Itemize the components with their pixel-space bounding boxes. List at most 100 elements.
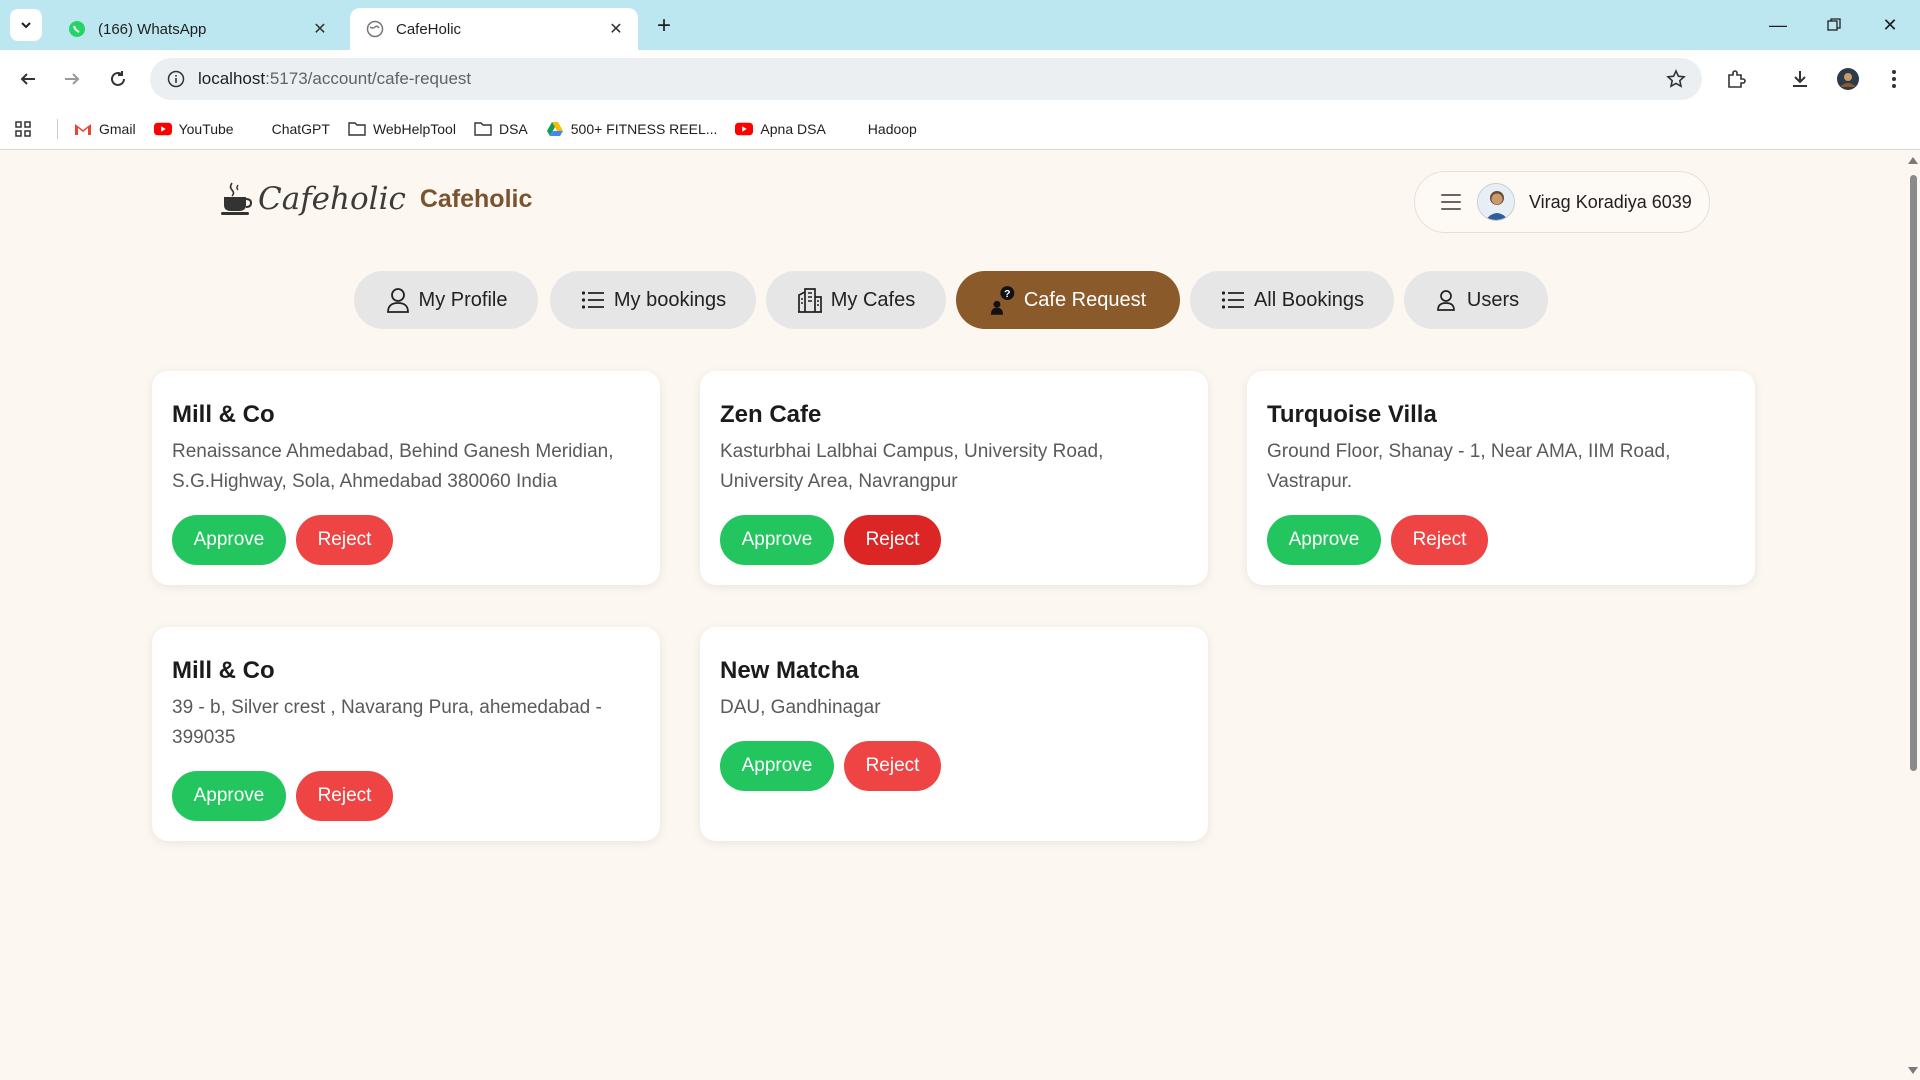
tab-my-cafes[interactable]: My Cafes xyxy=(766,271,946,329)
youtube-icon xyxy=(153,120,172,138)
address-bar[interactable]: localhost:5173/account/cafe-request xyxy=(150,58,1702,100)
page-content: Cafeholic Cafeholic Virag Koradiya 6039 … xyxy=(0,151,1906,1080)
hamburger-menu-icon xyxy=(1441,194,1461,210)
bookmark-label: 500+ FITNESS REEL... xyxy=(570,120,718,137)
cafe-request-card: Mill & Co 39 - b, Silver crest , Navaran… xyxy=(152,627,660,841)
tab-my-profile[interactable]: My Profile xyxy=(354,271,538,329)
reject-button[interactable]: Reject xyxy=(296,515,393,565)
close-window-button[interactable]: ✕ xyxy=(1862,0,1918,50)
url-text: localhost:5173/account/cafe-request xyxy=(198,69,472,88)
restore-button[interactable] xyxy=(1806,0,1862,50)
scroll-down-arrow-icon[interactable] xyxy=(1908,1067,1918,1074)
bookmarks-bar: Gmail YouTube ChatGPT WebHelpTool DSA 50… xyxy=(0,108,1920,150)
nav-label: My Profile xyxy=(418,288,508,311)
site-info-icon[interactable] xyxy=(164,67,188,91)
coffee-cup-icon xyxy=(221,182,252,215)
cafe-name: Turquoise Villa xyxy=(1267,401,1437,428)
restore-icon xyxy=(1827,18,1841,31)
apps-button[interactable] xyxy=(14,120,39,138)
page-scrollbar[interactable] xyxy=(1906,151,1920,1080)
tab-cafe-request[interactable]: ? Cafe Request xyxy=(956,271,1180,329)
bookmark-hadoop[interactable]: Hadoop xyxy=(868,121,917,137)
tab-users[interactable]: Users xyxy=(1404,271,1548,329)
bookmark-fitness-reels[interactable]: 500+ FITNESS REEL... xyxy=(546,120,718,138)
youtube-icon xyxy=(735,120,754,138)
bookmark-dsa[interactable]: DSA xyxy=(474,120,528,138)
reject-button[interactable]: Reject xyxy=(1391,515,1488,565)
cafe-address: 39 - b, Silver crest , Navarang Pura, ah… xyxy=(172,697,602,748)
chevron-down-icon xyxy=(21,22,31,29)
bookmark-label: DSA xyxy=(498,120,528,137)
browser-toolbar: localhost:5173/account/cafe-request xyxy=(0,50,1920,108)
approve-button[interactable]: Approve xyxy=(1267,515,1381,565)
globe-icon xyxy=(366,20,384,38)
bookmark-youtube[interactable]: YouTube xyxy=(153,120,234,138)
bookmark-chatgpt[interactable]: ChatGPT xyxy=(272,121,330,137)
close-icon[interactable]: ✕ xyxy=(310,19,330,39)
tab-search-button[interactable] xyxy=(10,9,42,41)
extensions-button[interactable] xyxy=(1720,63,1752,95)
bookmark-star-icon[interactable] xyxy=(1664,67,1688,91)
cafe-address: Kasturbhai Lalbhai Campus, University Ro… xyxy=(720,441,1104,492)
browser-tab-strip: (166) WhatsApp ✕ CafeHolic ✕ + — ✕ xyxy=(0,0,1920,50)
close-icon[interactable]: ✕ xyxy=(606,19,626,39)
downloads-button[interactable] xyxy=(1784,63,1816,95)
nav-label: My Cafes xyxy=(830,288,916,311)
reject-button[interactable]: Reject xyxy=(296,771,393,821)
profile-avatar-button[interactable] xyxy=(1832,63,1864,95)
user-icon xyxy=(385,287,411,313)
reload-icon xyxy=(111,71,125,86)
building-icon xyxy=(797,287,823,313)
card-actions: Approve Reject xyxy=(720,515,1188,565)
approve-button[interactable]: Approve xyxy=(172,771,286,821)
approve-button[interactable]: Approve xyxy=(720,515,834,565)
user-menu-button[interactable]: Virag Koradiya 6039 xyxy=(1414,171,1710,233)
card-actions: Approve Reject xyxy=(172,515,640,565)
apps-grid-icon xyxy=(14,120,32,138)
arrow-left-icon xyxy=(20,73,35,85)
forward-button[interactable] xyxy=(56,63,88,95)
bookmark-label: Apna DSA xyxy=(760,120,826,137)
cafe-request-card: Turquoise Villa Ground Floor, Shanay - 1… xyxy=(1247,371,1755,585)
reject-button[interactable]: Reject xyxy=(844,515,941,565)
list-icon xyxy=(1220,287,1246,313)
bookmark-webhelptool[interactable]: WebHelpTool xyxy=(348,120,456,138)
approve-button[interactable]: Approve xyxy=(720,741,834,791)
bookmark-gmail[interactable]: Gmail xyxy=(74,120,136,138)
cafe-name: Zen Cafe xyxy=(720,401,822,428)
card-actions: Approve Reject xyxy=(1267,515,1735,565)
card-actions: Approve Reject xyxy=(172,771,640,821)
scroll-up-arrow-icon[interactable] xyxy=(1908,157,1918,164)
brand-logo[interactable]: Cafeholic Cafeholic xyxy=(220,181,532,217)
card-actions: Approve Reject xyxy=(720,741,1188,791)
puzzle-icon xyxy=(1728,70,1746,88)
google-drive-icon xyxy=(546,120,564,138)
tab-my-bookings[interactable]: My bookings xyxy=(550,271,756,329)
minimize-button[interactable]: — xyxy=(1750,0,1806,50)
tab-title: (166) WhatsApp xyxy=(98,20,207,38)
cafe-request-card: Zen Cafe Kasturbhai Lalbhai Campus, Univ… xyxy=(700,371,1208,585)
tab-title: CafeHolic xyxy=(396,20,462,38)
cafe-name: Mill & Co xyxy=(172,657,275,684)
browser-tab-whatsapp[interactable]: (166) WhatsApp ✕ xyxy=(52,8,342,50)
brand-script-text: Cafeholic xyxy=(258,181,406,217)
user-name: Virag Koradiya 6039 xyxy=(1529,191,1692,212)
browser-tab-cafeholic[interactable]: CafeHolic ✕ xyxy=(350,8,638,50)
avatar xyxy=(1477,183,1515,221)
gmail-icon xyxy=(74,120,92,138)
cafe-address: Renaissance Ahmedabad, Behind Ganesh Mer… xyxy=(172,441,614,492)
nav-label: My bookings xyxy=(613,288,727,311)
bookmark-apna-dsa[interactable]: Apna DSA xyxy=(735,120,826,138)
profile-avatar-icon xyxy=(1837,68,1859,90)
new-tab-button[interactable]: + xyxy=(650,12,678,40)
reject-button[interactable]: Reject xyxy=(844,741,941,791)
bookmark-label: Hadoop xyxy=(867,120,917,137)
back-button[interactable] xyxy=(12,63,44,95)
scrollbar-thumb[interactable] xyxy=(1910,175,1917,771)
reload-button[interactable] xyxy=(102,63,134,95)
tab-all-bookings[interactable]: All Bookings xyxy=(1190,271,1394,329)
cafe-address: Ground Floor, Shanay - 1, Near AMA, IIM … xyxy=(1267,441,1671,492)
chrome-menu-button[interactable] xyxy=(1878,63,1910,95)
approve-button[interactable]: Approve xyxy=(172,515,286,565)
list-icon xyxy=(580,287,606,313)
